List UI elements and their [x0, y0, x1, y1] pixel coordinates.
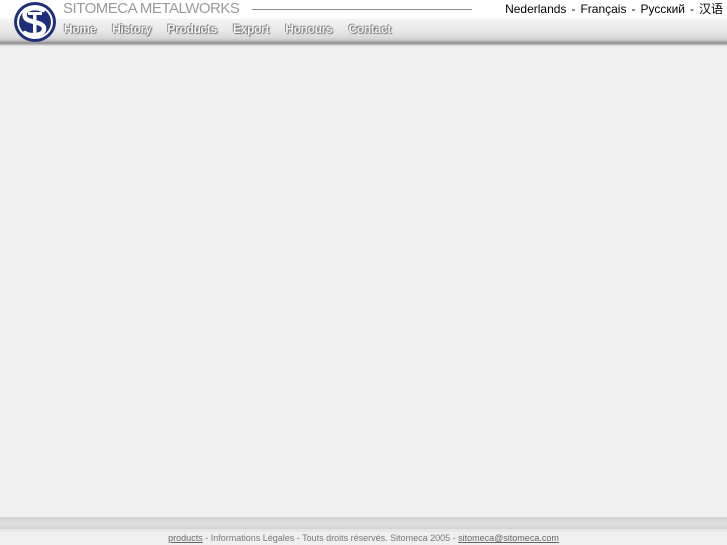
nav-export[interactable]: Export: [233, 22, 270, 36]
sitomeca-logo-icon[interactable]: [12, 0, 58, 44]
language-selector: Nederlands - Français - Русский - 汉语: [505, 0, 723, 18]
footer: products - Informations Légales - Touts …: [0, 532, 727, 545]
nav-honours[interactable]: Honours: [285, 22, 333, 36]
brand-divider: [252, 9, 472, 10]
lang-nederlands[interactable]: Nederlands: [505, 2, 566, 16]
lang-russian[interactable]: Русский: [640, 2, 685, 16]
lang-separator: -: [571, 2, 576, 16]
footer-band: [0, 517, 727, 529]
lang-separator: -: [689, 2, 694, 16]
nav-products[interactable]: Products: [167, 22, 217, 36]
nav-contact[interactable]: Contact: [348, 22, 391, 36]
footer-products-link[interactable]: products: [168, 533, 203, 543]
nav-home[interactable]: Home: [64, 22, 96, 36]
main-content: [0, 46, 727, 517]
brand-title: SITOMECA METALWORKS: [63, 0, 240, 17]
header: SITOMECA METALWORKS Nederlands - Français -…: [0, 0, 727, 46]
lang-chinese[interactable]: 汉语: [699, 2, 723, 16]
lang-separator: -: [631, 2, 636, 16]
nav-history[interactable]: History: [112, 22, 152, 36]
footer-legal-text: - Informations Légales - Touts droits ré…: [202, 533, 459, 543]
lang-francais[interactable]: Français: [580, 2, 626, 16]
footer-email-link[interactable]: sitomeca@sitomeca.com: [458, 533, 559, 543]
main-nav: Home History Products Export Honours Contact: [64, 20, 407, 38]
